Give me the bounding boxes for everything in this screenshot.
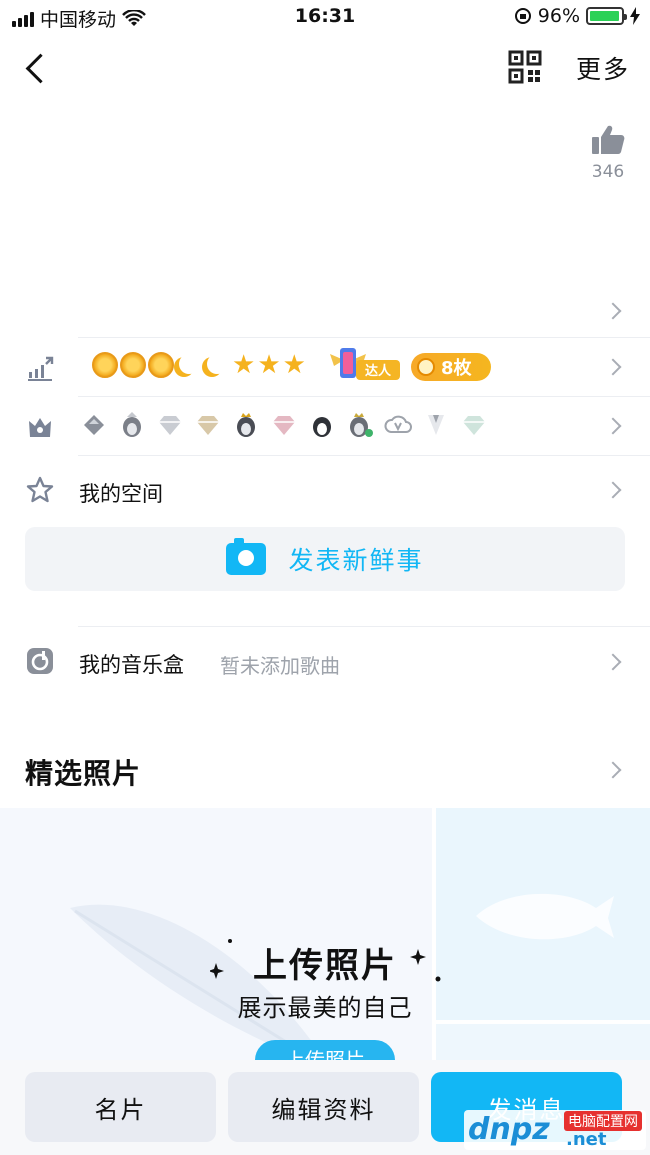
penguin-icon (350, 413, 373, 437)
rotation-lock-icon (514, 8, 531, 24)
chevron-right-icon[interactable] (604, 302, 622, 320)
watermark-tag: 电脑配置网 (564, 1111, 642, 1131)
tuxedo-icon (428, 415, 444, 435)
moon-icon (204, 352, 230, 378)
my-space-label: 我的空间 (79, 482, 163, 506)
star-icon: ★ (282, 350, 306, 380)
more-button[interactable]: 更多 (576, 50, 630, 86)
edit-profile-button[interactable]: 编辑资料 (228, 1072, 419, 1142)
star-icon: ★ (257, 350, 281, 380)
upload-photo-title: 上传照片 (253, 946, 397, 986)
battery-icon (586, 7, 627, 25)
daren-label: 达人 (365, 363, 392, 379)
status-right: 96% (514, 5, 640, 27)
watermark-suffix: .net (566, 1129, 607, 1150)
medal-count: 8枚 (441, 358, 472, 379)
featured-photos-title: 精选照片 (25, 757, 142, 790)
crown-icon (29, 418, 51, 437)
cloud-v-icon (384, 415, 412, 433)
star-icon: ★ (232, 350, 256, 380)
like-button[interactable]: 346 (588, 124, 628, 182)
nav-bar: 更多 (0, 34, 650, 98)
post-news-button[interactable]: 发表新鲜事 (25, 527, 625, 591)
sun-icon (120, 352, 146, 378)
music-box-icon (27, 648, 53, 674)
moon-icon (176, 352, 202, 378)
medal-count-badge: 8枚 (411, 353, 491, 381)
level-badges: ★ ★ ★ (92, 352, 306, 378)
diamond-icon (84, 415, 104, 435)
chevron-right-icon (604, 653, 622, 671)
like-count: 346 (591, 162, 625, 182)
status-bar: 中国移动 16:31 96% (0, 0, 650, 34)
upload-photo-subtitle: 展示最美的自己 (237, 994, 413, 1022)
chevron-right-icon (604, 481, 622, 499)
penguin-icon (237, 413, 255, 437)
my-space-row[interactable]: 我的空间 (0, 456, 650, 522)
battery-fill (590, 11, 619, 21)
sun-icon (148, 352, 174, 378)
level-chart-icon (28, 356, 54, 381)
diamond-icon (463, 416, 485, 435)
penguin-icon (313, 412, 331, 437)
medal-icon (417, 358, 435, 376)
vip-icons (80, 411, 488, 439)
diamond-icon (197, 416, 219, 435)
chevron-right-icon[interactable] (604, 761, 622, 779)
back-icon[interactable] (22, 50, 50, 84)
business-card-button[interactable]: 名片 (25, 1072, 216, 1142)
sun-icon (92, 352, 118, 378)
daren-badge-icon: 达人 (330, 348, 400, 380)
watermark-logo: dnpz (468, 1112, 550, 1147)
site-watermark: dnpz 电脑配置网 .net (464, 1110, 646, 1150)
music-box-row[interactable]: 我的音乐盒 暂未添加歌曲 (0, 627, 650, 695)
diamond-icon (273, 416, 295, 435)
penguin-icon (123, 412, 141, 437)
camera-icon (226, 538, 267, 575)
qr-code-icon[interactable] (508, 50, 542, 84)
battery-percent: 96% (537, 5, 580, 27)
post-news-label: 发表新鲜事 (288, 546, 424, 575)
charging-icon (630, 7, 640, 25)
music-box-status: 暂未添加歌曲 (220, 654, 340, 678)
diamond-icon (159, 416, 181, 435)
thumbs-up-icon (592, 125, 625, 154)
star-outline-icon (26, 476, 54, 503)
music-box-label: 我的音乐盒 (79, 653, 184, 677)
